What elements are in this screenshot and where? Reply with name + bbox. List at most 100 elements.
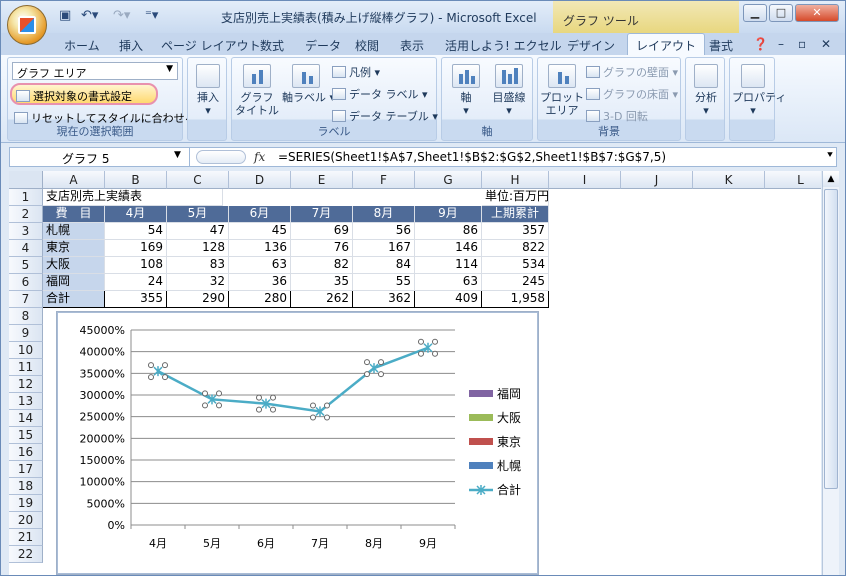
row-header-1[interactable]: 1 [9,189,43,206]
column-header-l[interactable]: L [765,171,821,189]
worksheet-grid[interactable]: ABCDEFGHIJKL 1 2 3 4 5 6 7 8 9 10 11 12 13 14 15 16 17 18… [9,171,821,575]
total-cell[interactable]: 534 [482,257,549,274]
row-header-14[interactable]: 14 [9,410,43,427]
tab-data[interactable]: データ [305,37,341,54]
maximize-button[interactable]: □ [769,4,793,22]
row-header-16[interactable]: 16 [9,444,43,461]
row-header-7[interactable]: 7 [9,291,43,308]
name-box[interactable]: グラフ 5 ▼ [10,148,190,166]
properties-button[interactable]: プロパティ ▾ [732,64,786,117]
table-cell[interactable]: 76 [291,240,353,257]
table-cell[interactable]: 355 [105,291,167,308]
save-icon[interactable]: ▣ [59,8,71,26]
table-cell[interactable]: 63 [229,257,291,274]
row-header-3[interactable]: 3 [9,223,43,240]
table-cell[interactable]: 83 [167,257,229,274]
row-label[interactable]: 合計 [43,291,105,308]
table-cell[interactable]: 86 [415,223,482,240]
column-header-i[interactable]: I [549,171,621,189]
row-header-17[interactable]: 17 [9,461,43,478]
total-cell[interactable]: 822 [482,240,549,257]
formula-bar-expand-icon[interactable]: ⯆ [826,150,834,161]
table-cell[interactable]: 114 [415,257,482,274]
table-cell[interactable]: 32 [167,274,229,291]
ribbon-minimize-icon[interactable]: – [778,37,784,51]
scroll-up-icon[interactable]: ▲ [823,171,839,187]
data-table-button[interactable]: データ テーブル ▾ [332,110,438,123]
row-header-15[interactable]: 15 [9,427,43,444]
column-header-k[interactable]: K [693,171,765,189]
total-cell[interactable]: 357 [482,223,549,240]
row-header-12[interactable]: 12 [9,376,43,393]
help-icon[interactable]: ❓ [753,37,768,51]
table-cell[interactable]: 36 [229,274,291,291]
tab-home[interactable]: ホーム [64,37,100,54]
month-header[interactable]: 4月 [105,206,167,223]
row-label[interactable]: 福岡 [43,274,105,291]
table-cell[interactable]: 262 [291,291,353,308]
customize-qat-icon[interactable]: ⁼▾ [145,8,158,26]
table-cell[interactable]: 54 [105,223,167,240]
month-header[interactable]: 9月 [415,206,482,223]
workbook-close-icon[interactable]: ✕ [821,37,831,51]
analysis-button[interactable]: 分析 ▾ [690,64,722,117]
table-cell[interactable]: 169 [105,240,167,257]
month-header[interactable]: 6月 [229,206,291,223]
row-header-6[interactable]: 6 [9,274,43,291]
month-header[interactable]: 7月 [291,206,353,223]
table-cell[interactable]: 409 [415,291,482,308]
tab-addin[interactable]: 活用しよう! エクセル [445,37,562,54]
table-cell[interactable]: 82 [291,257,353,274]
chart-object[interactable]: 0% 5000% 10000% 15000% 20000% 25000% 30000% 350… [56,311,539,575]
redo-icon[interactable]: ↷▾ [113,8,130,26]
row-header-5[interactable]: 5 [9,257,43,274]
axes-button[interactable]: 軸 ▾ [446,64,486,117]
insert-function-icon[interactable]: fx [254,150,265,164]
table-cell[interactable]: 47 [167,223,229,240]
legend-button[interactable]: 凡例 ▾ [332,66,380,79]
tab-page-layout[interactable]: ページ レイアウト [161,37,261,54]
formula-expand-handle[interactable] [196,150,246,164]
tab-review[interactable]: 校閲 [355,37,379,54]
row-header-11[interactable]: 11 [9,359,43,376]
3d-rotation-button[interactable]: 3-D 回転 [586,110,648,123]
row-header-21[interactable]: 21 [9,529,43,546]
table-cell[interactable]: 63 [415,274,482,291]
insert-button[interactable]: 挿入 ▾ [192,64,224,117]
undo-icon[interactable]: ↶▾ [81,8,98,26]
gridlines-button[interactable]: 目盛線 ▾ [488,64,530,117]
row-label[interactable]: 札幌 [43,223,105,240]
total-cell[interactable]: 1,958 [482,291,549,308]
row-header-19[interactable]: 19 [9,495,43,512]
column-header-f[interactable]: F [353,171,415,189]
row-header-10[interactable]: 10 [9,342,43,359]
ribbon-restore-icon[interactable]: ▫ [798,37,806,51]
chart-element-dropdown[interactable]: グラフ エリア ▼ [12,62,178,80]
tab-formulas[interactable]: 数式 [260,37,284,54]
row-header-2[interactable]: 2 [9,206,43,223]
table-cell[interactable]: 290 [167,291,229,308]
column-header-g[interactable]: G [415,171,482,189]
table-cell[interactable]: 280 [229,291,291,308]
table-cell[interactable]: 167 [353,240,415,257]
tab-format[interactable]: 書式 [709,37,733,54]
row-header-8[interactable]: 8 [9,308,43,325]
chart-wall-button[interactable]: グラフの壁面 ▾ [586,66,678,79]
column-header-a[interactable]: A [43,171,105,189]
row-label[interactable]: 東京 [43,240,105,257]
total-header[interactable]: 上期累計 [482,206,549,223]
minimize-button[interactable]: ▁ [743,4,767,22]
office-button[interactable] [7,5,47,45]
table-cell[interactable]: 69 [291,223,353,240]
table-cell[interactable]: 146 [415,240,482,257]
format-selection-button[interactable]: 選択対象の書式設定 [10,83,158,105]
data-labels-button[interactable]: データ ラベル ▾ [332,88,428,101]
table-cell[interactable]: 84 [353,257,415,274]
tab-view[interactable]: 表示 [400,37,424,54]
row-header-9[interactable]: 9 [9,325,43,342]
axis-titles-button[interactable]: 軸ラベル ▾ [282,64,335,104]
column-header-c[interactable]: C [167,171,229,189]
row-label[interactable]: 大阪 [43,257,105,274]
table-cell[interactable]: 55 [353,274,415,291]
tab-design[interactable]: デザイン [567,37,615,54]
